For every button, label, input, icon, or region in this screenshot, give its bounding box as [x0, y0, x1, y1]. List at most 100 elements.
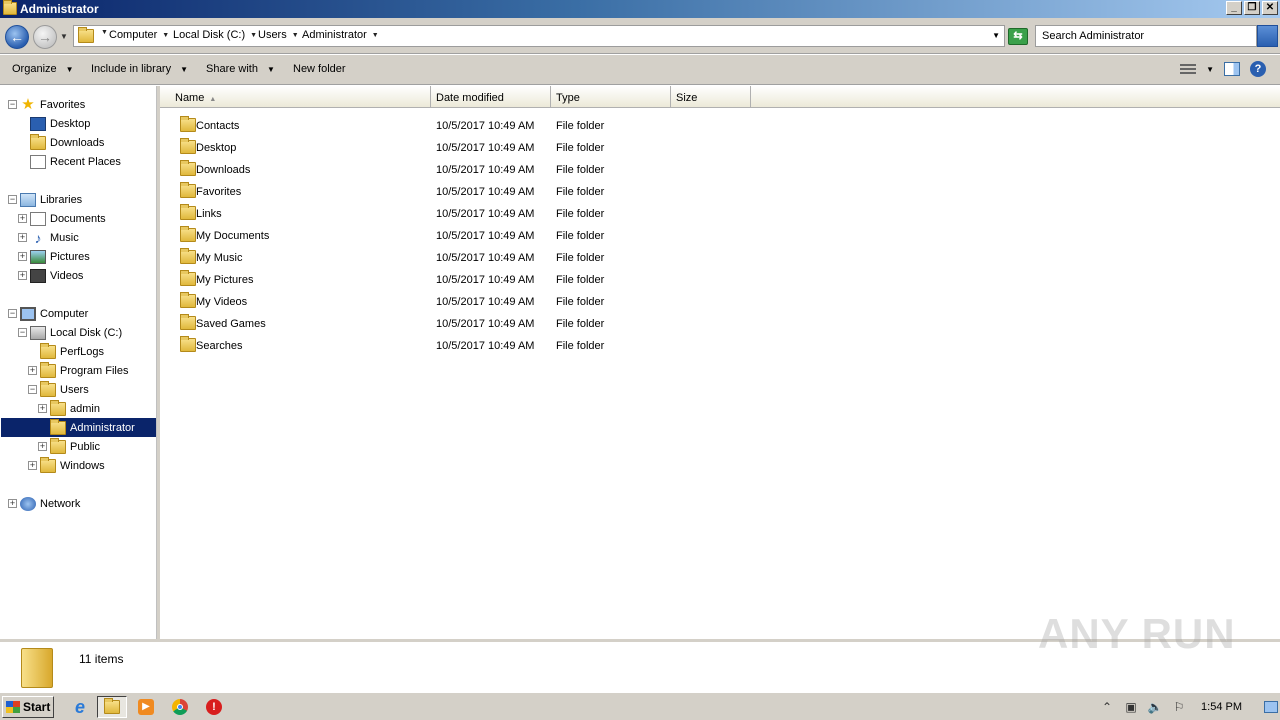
stop-icon[interactable]: ! — [199, 696, 229, 718]
organize-button[interactable]: Organize ▼ — [12, 63, 74, 75]
expand-program-files[interactable]: + — [28, 366, 37, 375]
file-row[interactable]: Favorites 10/5/2017 10:49 AM File folder — [160, 181, 760, 203]
nav-favorites[interactable]: ★ Favorites — [20, 95, 85, 114]
chevron-down-icon[interactable]: ▼ — [372, 32, 379, 39]
expand-windows[interactable]: + — [28, 461, 37, 470]
chevron-down-icon[interactable]: ▼ — [250, 32, 257, 39]
expand-videos[interactable]: + — [18, 271, 27, 280]
volume-icon[interactable]: 🔈 — [1147, 700, 1163, 714]
address-history-dropdown[interactable]: ▼ — [992, 31, 1000, 40]
user-folder-icon — [50, 418, 66, 435]
clock[interactable]: 1:54 PM — [1201, 701, 1242, 713]
file-row[interactable]: My Videos 10/5/2017 10:49 AM File folder — [160, 291, 760, 313]
file-date: 10/5/2017 10:49 AM — [436, 340, 535, 352]
chevron-down-icon[interactable]: ▼ — [292, 32, 299, 39]
nav-desktop[interactable]: Desktop — [30, 114, 90, 133]
show-desktop-icon[interactable] — [1264, 701, 1278, 713]
file-type: File folder — [556, 340, 605, 352]
nav-perflogs[interactable]: PerfLogs — [40, 342, 104, 361]
address-box[interactable]: ▼ Computer ▼ Local Disk (C:) ▼ Users ▼ Admi… — [73, 25, 1005, 47]
file-row[interactable]: My Documents 10/5/2017 10:49 AM File folde… — [160, 225, 760, 247]
nav-libraries[interactable]: Libraries — [20, 190, 82, 209]
nav-documents[interactable]: Documents — [30, 209, 106, 228]
column-header-type[interactable]: Type — [551, 86, 671, 108]
nav-local-disk[interactable]: Local Disk (C:) — [30, 323, 122, 342]
collapse-computer[interactable]: − — [8, 309, 17, 318]
folder-icon — [180, 292, 196, 308]
search-icon[interactable] — [1257, 25, 1278, 47]
media-player-icon[interactable]: ▶ — [131, 696, 161, 718]
preview-pane-icon[interactable] — [1224, 62, 1240, 76]
file-row[interactable]: Searches 10/5/2017 10:49 AM File folder — [160, 335, 760, 357]
chevron-down-icon[interactable]: ▼ — [162, 32, 169, 39]
nav-network[interactable]: Network — [20, 494, 80, 513]
file-name: My Pictures — [196, 274, 254, 286]
nav-program-files[interactable]: Program Files — [40, 361, 128, 380]
expand-public[interactable]: + — [38, 442, 47, 451]
collapse-favorites[interactable]: − — [8, 100, 17, 109]
expand-pictures[interactable]: + — [18, 252, 27, 261]
breadcrumb-computer[interactable]: Computer ▼ — [109, 29, 169, 41]
file-row[interactable]: My Pictures 10/5/2017 10:49 AM File folder — [160, 269, 760, 291]
close-button[interactable]: ✕ — [1262, 1, 1278, 15]
file-row[interactable]: Downloads 10/5/2017 10:49 AM File folder — [160, 159, 760, 181]
internet-explorer-icon[interactable]: e — [65, 696, 95, 718]
recent-pages-dropdown[interactable]: ▼ — [60, 32, 68, 41]
back-button[interactable]: ← — [5, 25, 29, 49]
change-view-icon[interactable] — [1180, 62, 1197, 76]
breadcrumb-administrator[interactable]: Administrator ▼ — [302, 29, 379, 41]
chevron-down-icon[interactable]: ▼ — [101, 29, 108, 36]
file-row[interactable]: Contacts 10/5/2017 10:49 AM File folder — [160, 115, 760, 137]
new-folder-button[interactable]: New folder — [293, 63, 346, 75]
search-input[interactable]: Search Administrator — [1035, 25, 1257, 47]
maximize-button[interactable]: ❐ — [1244, 1, 1260, 15]
chrome-icon[interactable] — [165, 696, 195, 718]
file-row[interactable]: Desktop 10/5/2017 10:49 AM File folder — [160, 137, 760, 159]
nav-downloads[interactable]: Downloads — [30, 133, 104, 152]
column-header-size[interactable]: Size — [671, 86, 751, 108]
search-placeholder: Search Administrator — [1042, 30, 1145, 42]
collapse-local-disk[interactable]: − — [18, 328, 27, 337]
explorer-icon[interactable] — [97, 696, 127, 718]
file-row[interactable]: Saved Games 10/5/2017 10:49 AM File folder — [160, 313, 760, 335]
nav-windows[interactable]: Windows — [40, 456, 105, 475]
collapse-libraries[interactable]: − — [8, 195, 17, 204]
nav-pictures[interactable]: Pictures — [30, 247, 90, 266]
action-center-icon[interactable]: ▣ — [1123, 700, 1139, 714]
include-in-library-button[interactable]: Include in library ▼ — [91, 63, 188, 75]
recent-places-icon — [30, 154, 46, 169]
column-header-date[interactable]: Date modified — [431, 86, 551, 108]
nav-videos[interactable]: Videos — [30, 266, 83, 285]
share-with-button[interactable]: Share with ▼ — [206, 63, 275, 75]
nav-music[interactable]: ♪ Music — [30, 228, 79, 247]
expand-documents[interactable]: + — [18, 214, 27, 223]
start-button[interactable]: Start — [2, 696, 54, 718]
show-hidden-icons-icon[interactable]: ⌃ — [1099, 700, 1115, 714]
nav-administrator[interactable]: Administrator — [1, 418, 156, 437]
file-type: File folder — [556, 252, 605, 264]
flag-icon[interactable]: ⚐ — [1171, 700, 1187, 714]
nav-users[interactable]: Users — [40, 380, 89, 399]
expand-network[interactable]: + — [8, 499, 17, 508]
column-header-name[interactable]: Name ▲ — [160, 86, 431, 108]
expand-music[interactable]: + — [18, 233, 27, 242]
nav-recent-places[interactable]: Recent Places — [30, 152, 121, 171]
file-row[interactable]: Links 10/5/2017 10:49 AM File folder — [160, 203, 760, 225]
view-options-dropdown[interactable]: ▼ — [1206, 65, 1214, 74]
help-icon[interactable]: ? — [1250, 61, 1266, 77]
nav-computer[interactable]: Computer — [20, 304, 88, 323]
breadcrumb-users[interactable]: Users ▼ — [258, 29, 299, 41]
file-row[interactable]: My Music 10/5/2017 10:49 AM File folder — [160, 247, 760, 269]
refresh-button[interactable]: ⇆ — [1008, 28, 1028, 45]
minimize-button[interactable]: _ — [1226, 1, 1242, 15]
file-name: My Music — [196, 252, 243, 264]
forward-button[interactable]: → — [33, 25, 57, 49]
expand-admin[interactable]: + — [38, 404, 47, 413]
file-name: Desktop — [196, 142, 237, 154]
nav-public[interactable]: Public — [50, 437, 100, 456]
breadcrumb-local-disk[interactable]: Local Disk (C:) ▼ — [173, 29, 257, 41]
nav-admin[interactable]: admin — [50, 399, 100, 418]
collapse-users[interactable]: − — [28, 385, 37, 394]
address-bar-area: ← → ▼ ▼ Computer ▼ Local Disk (C:) ▼ Users… — [0, 18, 1280, 54]
user-folder-icon — [50, 399, 66, 416]
